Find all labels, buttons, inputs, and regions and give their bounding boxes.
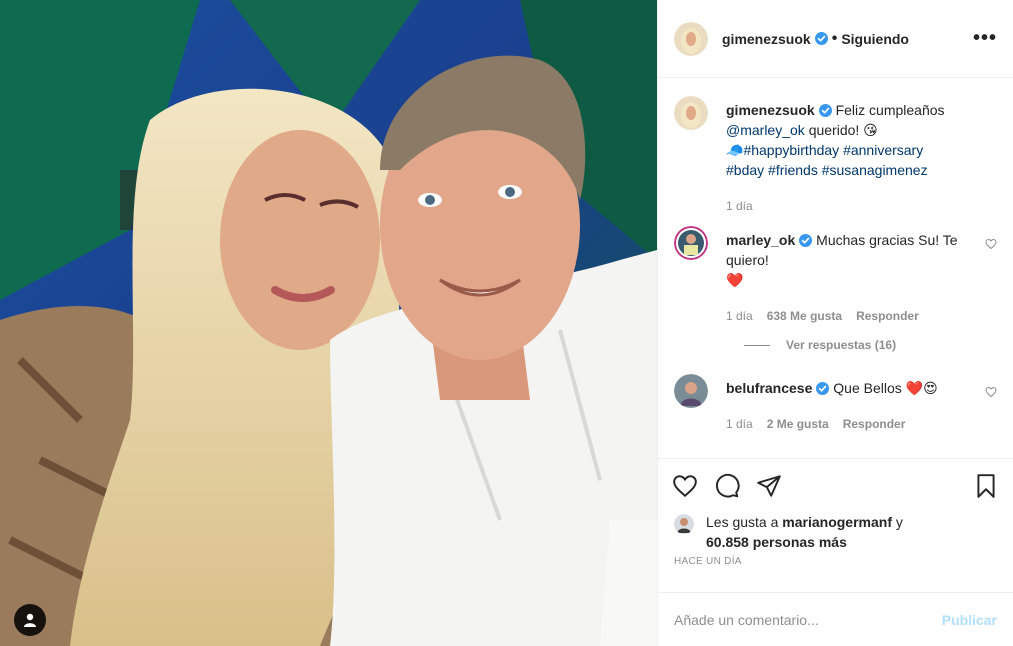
more-options-button[interactable]: •••: [973, 27, 997, 50]
comment-likes[interactable]: 2 Me gusta: [767, 414, 829, 434]
comment-time[interactable]: 1 día: [726, 414, 753, 434]
cap-emoji: 🧢: [726, 142, 744, 158]
add-comment-form: Publicar: [658, 592, 1013, 646]
avatar[interactable]: [674, 374, 708, 408]
verified-icon: [816, 382, 830, 395]
comment-message: Que Bellos ❤️😍: [833, 380, 938, 396]
caption-text: gimenezsuok Feliz cumpleaños @marley_ok …: [726, 100, 973, 180]
user-tag-icon: [24, 613, 36, 627]
likes-summary: Les gusta a marianogermanf y 60.858 pers…: [658, 512, 1013, 552]
instagram-post-modal: gimenezsuok • Siguiendo ••• gimenezsuok …: [0, 0, 1013, 646]
verified-icon: [818, 104, 832, 117]
reply-button[interactable]: Responder: [843, 414, 906, 434]
comment-time[interactable]: 1 día: [726, 306, 753, 326]
likes-count[interactable]: 60.858 personas más: [706, 534, 847, 550]
publish-button[interactable]: Publicar: [942, 612, 997, 628]
liker-username[interactable]: marianogermanf: [782, 514, 892, 530]
view-replies-label: Ver respuestas (16): [786, 338, 897, 352]
header-separator: •: [831, 29, 838, 47]
action-bar: [658, 458, 1013, 512]
avatar[interactable]: [674, 21, 708, 56]
verified-icon: [814, 32, 828, 45]
post-timestamp-label: HACE UN DÍA: [674, 556, 742, 567]
comment-like-heart-icon[interactable]: [985, 238, 997, 250]
replies-divider: [744, 344, 770, 346]
verified-icon: [799, 234, 813, 247]
comment-body: marley_ok Muchas gracias Su! Te quiero! …: [726, 230, 997, 326]
comment-emoji: ❤️: [726, 272, 744, 288]
avatar[interactable]: [674, 514, 694, 534]
caption-body: gimenezsuok Feliz cumpleaños @marley_ok …: [726, 100, 997, 216]
hashtag-link[interactable]: #happybirthday #anniversary: [743, 142, 923, 158]
user-tag-button[interactable]: [14, 604, 46, 636]
reply-button[interactable]: Responder: [856, 306, 919, 326]
post-side-panel: gimenezsuok • Siguiendo ••• gimenezsuok …: [657, 0, 1013, 646]
comment-text: belufrancese Que Bellos ❤️😍: [726, 378, 973, 398]
comment-text: marley_ok Muchas gracias Su! Te quiero! …: [726, 230, 973, 290]
likes-text: Les gusta a marianogermanf y 60.858 pers…: [706, 512, 903, 552]
caption-username[interactable]: gimenezsuok: [726, 102, 815, 118]
likes-suffix: y: [895, 514, 903, 530]
comments-list: gimenezsuok Feliz cumpleaños @marley_ok …: [658, 78, 1013, 458]
caption-time[interactable]: 1 día: [726, 196, 753, 216]
caption-meta: 1 día: [726, 196, 973, 216]
avatar[interactable]: [674, 96, 708, 130]
caption-text-part: querido! 😘: [808, 122, 878, 138]
comment-input[interactable]: [674, 611, 942, 628]
more-icon: •••: [972, 27, 997, 49]
share-icon[interactable]: [756, 473, 782, 499]
comment-meta: 1 día 638 Me gusta Responder: [726, 306, 973, 326]
comment-item: belufrancese Que Bellos ❤️😍 1 día 2 Me g…: [674, 374, 997, 434]
mention-link[interactable]: @marley_ok: [726, 122, 805, 138]
post-header: gimenezsuok • Siguiendo •••: [658, 0, 1013, 78]
comment-like-heart-icon[interactable]: [985, 386, 997, 398]
view-replies-button[interactable]: Ver respuestas (16): [744, 338, 997, 352]
caption: gimenezsuok Feliz cumpleaños @marley_ok …: [674, 96, 997, 216]
following-button[interactable]: Siguiendo: [841, 31, 909, 47]
comment-item: marley_ok Muchas gracias Su! Te quiero! …: [674, 226, 997, 326]
hashtag-link[interactable]: #bday #friends #susanagimenez: [726, 162, 928, 178]
post-photo[interactable]: [0, 0, 657, 646]
avatar[interactable]: [674, 226, 708, 260]
photo-illustration: [0, 0, 657, 646]
post-author-username[interactable]: gimenezsuok: [722, 31, 811, 47]
comment-icon[interactable]: [714, 473, 740, 499]
comment-meta: 1 día 2 Me gusta Responder: [726, 414, 973, 434]
comment-username[interactable]: belufrancese: [726, 380, 812, 396]
post-timestamp[interactable]: HACE UN DÍA: [658, 552, 1013, 592]
caption-text-part: Feliz cumpleaños: [835, 102, 945, 118]
comment-body: belufrancese Que Bellos ❤️😍 1 día 2 Me g…: [726, 378, 997, 434]
likes-prefix: Les gusta a: [706, 514, 779, 530]
comment-username[interactable]: marley_ok: [726, 232, 795, 248]
bookmark-icon[interactable]: [973, 473, 999, 499]
comment-likes[interactable]: 638 Me gusta: [767, 306, 842, 326]
heart-icon[interactable]: [672, 473, 698, 499]
